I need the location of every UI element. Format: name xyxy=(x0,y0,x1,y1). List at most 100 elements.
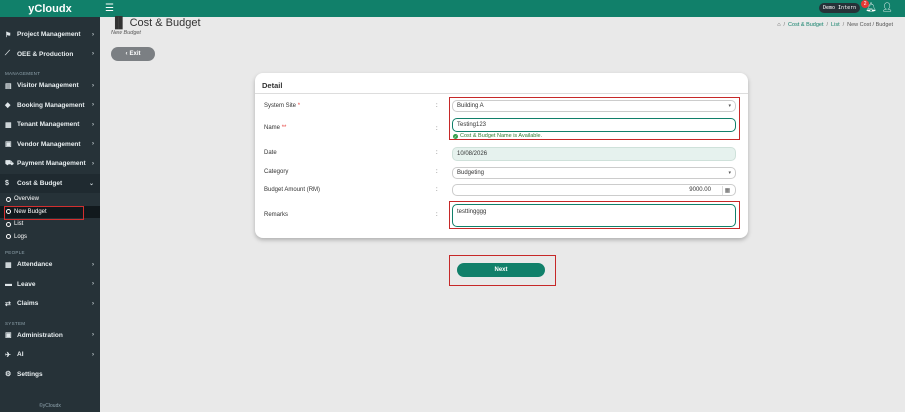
sidebar-item-cost-budget[interactable]: $ Cost & Budget ⌄ xyxy=(0,173,100,193)
budget-amount-input[interactable]: 9000.00 ▦ xyxy=(452,184,736,196)
remarks-label: Remarks xyxy=(264,212,289,218)
check-circle-icon: ✓ xyxy=(453,133,458,139)
system-site-label-text: System Site xyxy=(264,103,297,109)
plane-icon: ✈ xyxy=(5,351,11,359)
exit-button[interactable]: ‹ Exit xyxy=(111,47,155,61)
chevron-right-icon: › xyxy=(92,51,94,58)
breadcrumb-current: New Cost / Budget xyxy=(847,22,893,28)
sidebar: yCloudx ⚑ Project Management › ⟋ OEE & P… xyxy=(0,0,100,412)
circle-icon xyxy=(6,221,11,227)
card-title: Detail xyxy=(262,81,283,90)
sidebar-item-administration[interactable]: ▣ Administration › xyxy=(0,326,100,346)
sidebar-subitem-logs[interactable]: Logs xyxy=(0,231,100,244)
page-title: ▐▌ Cost & Budget xyxy=(111,17,201,29)
breadcrumb-cost-budget[interactable]: Cost & Budget xyxy=(788,22,823,28)
sidebar-item-label: Administration xyxy=(17,331,63,339)
date-value: 10/08/2026 xyxy=(457,151,488,157)
brand-logo[interactable]: yCloudx xyxy=(0,0,100,17)
category-label: Category xyxy=(264,169,289,175)
sidebar-item-label: Booking Management xyxy=(17,101,85,109)
topbar-actions: Demo Intern 🔔︎ 2 👤︎ xyxy=(819,0,893,13)
chevron-right-icon: › xyxy=(92,102,94,109)
chevron-right-icon: › xyxy=(92,160,94,167)
briefcase-icon: ▬ xyxy=(5,280,12,288)
chevron-right-icon: › xyxy=(92,141,94,148)
budget-amount-value: 9000.00 xyxy=(689,187,711,193)
sidebar-subitem-label: Logs xyxy=(14,233,28,240)
sidebar-item-label: Payment Management xyxy=(17,160,86,168)
chevron-right-icon: › xyxy=(92,82,94,89)
flag-icon: ⚑ xyxy=(5,31,12,39)
breadcrumb-separator: / xyxy=(842,22,845,28)
sidebar-item-label: Settings xyxy=(17,370,43,378)
name-label: Name ** xyxy=(264,125,286,131)
circle-icon xyxy=(6,209,11,215)
calculator-icon[interactable]: ▦ xyxy=(722,186,732,195)
chevron-down-icon: ⌄ xyxy=(88,180,94,187)
sidebar-item-claims[interactable]: ⇄ Claims › xyxy=(0,294,100,314)
name-input[interactable]: Testing123 xyxy=(452,118,736,132)
tag-icon: ◆ xyxy=(5,102,11,110)
calendar-icon: ▦ xyxy=(5,261,12,269)
vendor-card-icon: ▣ xyxy=(5,141,12,149)
sidebar-item-label: Attendance xyxy=(17,261,53,269)
notification-count: 2 xyxy=(861,0,870,8)
sidebar-item-tenant-management[interactable]: ▦ Tenant Management › xyxy=(0,115,100,135)
sidebar-subitem-overview[interactable]: Overview xyxy=(0,193,100,206)
date-label: Date xyxy=(264,150,277,156)
chart-line-icon: ⟋ xyxy=(5,50,10,58)
sidebar-item-leave[interactable]: ▬ Leave › xyxy=(0,275,100,295)
highlight-box-remarks xyxy=(449,201,740,229)
sidebar-item-payment-management[interactable]: ⛟ Payment Management › xyxy=(0,154,100,174)
required-marker: ** xyxy=(281,125,287,131)
sidebar-item-attendance[interactable]: ▦ Attendance › xyxy=(0,255,100,275)
sidebar-item-label: Claims xyxy=(17,300,39,308)
sidebar-item-label: Vendor Management xyxy=(17,140,81,148)
name-value: Testing123 xyxy=(457,122,487,128)
chevron-right-icon: › xyxy=(92,31,94,38)
sidebar-item-ai[interactable]: ✈ AI › xyxy=(0,345,100,365)
home-icon[interactable]: ⌂ xyxy=(777,22,780,28)
system-site-label: System Site * xyxy=(264,103,300,109)
breadcrumb-separator: / xyxy=(783,22,786,28)
user-profile-icon[interactable]: 👤︎ xyxy=(882,2,893,13)
date-field[interactable]: 10/08/2026 xyxy=(452,147,736,161)
colon: : xyxy=(436,187,438,193)
page-header: ▐▌ Cost & Budget New Budget xyxy=(111,17,201,36)
sidebar-subitem-label: List xyxy=(14,221,24,228)
category-select[interactable]: Budgeting ▾ xyxy=(452,167,736,179)
section-management: MANAGEMENT xyxy=(5,71,41,76)
budget-amount-label: Budget Amount (RM) xyxy=(264,187,321,193)
menu-toggle-icon[interactable]: ☰ xyxy=(105,3,114,14)
sidebar-subitem-new-budget[interactable]: New Budget xyxy=(0,205,100,219)
demo-badge[interactable]: Demo Intern xyxy=(819,2,861,13)
sidebar-item-settings[interactable]: ⚙ Settings xyxy=(0,365,100,385)
section-system: SYSTEM xyxy=(5,320,26,326)
sidebar-subitem-list[interactable]: List xyxy=(0,218,100,231)
sidebar-item-booking-management[interactable]: ◆ Booking Management › xyxy=(0,96,100,116)
next-button[interactable]: Next xyxy=(457,263,545,277)
sidebar-subitem-label: New Budget xyxy=(14,208,47,215)
bar-chart-icon: ▐▌ xyxy=(111,17,127,29)
sidebar-item-vendor-management[interactable]: ▣ Vendor Management › xyxy=(0,135,100,155)
sidebar-item-label: Cost & Budget xyxy=(17,179,63,187)
sidebar-item-label: Project Management xyxy=(17,31,81,39)
chevron-right-icon: › xyxy=(92,332,94,339)
colon: : xyxy=(436,212,438,218)
sidebar-item-label: Visitor Management xyxy=(17,82,79,90)
dropdown-arrow-icon: ▾ xyxy=(728,170,731,176)
topbar: ☰ Demo Intern 🔔︎ 2 👤︎ xyxy=(100,0,905,17)
sidebar-item-visitor-management[interactable]: ▤ Visitor Management › xyxy=(0,76,100,96)
breadcrumb-list[interactable]: List xyxy=(831,22,840,28)
admin-icon: ▣ xyxy=(5,332,12,340)
sidebar-subitem-label: Overview xyxy=(14,196,40,203)
dollar-icon: $ xyxy=(5,179,9,187)
section-people: PEOPLE xyxy=(5,250,25,255)
page-title-text: Cost & Budget xyxy=(129,17,201,29)
sidebar-item-project-management[interactable]: ⚑ Project Management › xyxy=(0,25,100,45)
sidebar-item-oee-production[interactable]: ⟋ OEE & Production › xyxy=(0,45,100,65)
chevron-right-icon: › xyxy=(92,281,94,288)
notification-bell-icon[interactable]: 🔔︎ 2 xyxy=(861,0,877,13)
chevron-right-icon: › xyxy=(92,300,94,307)
chevron-right-icon: › xyxy=(92,261,94,268)
